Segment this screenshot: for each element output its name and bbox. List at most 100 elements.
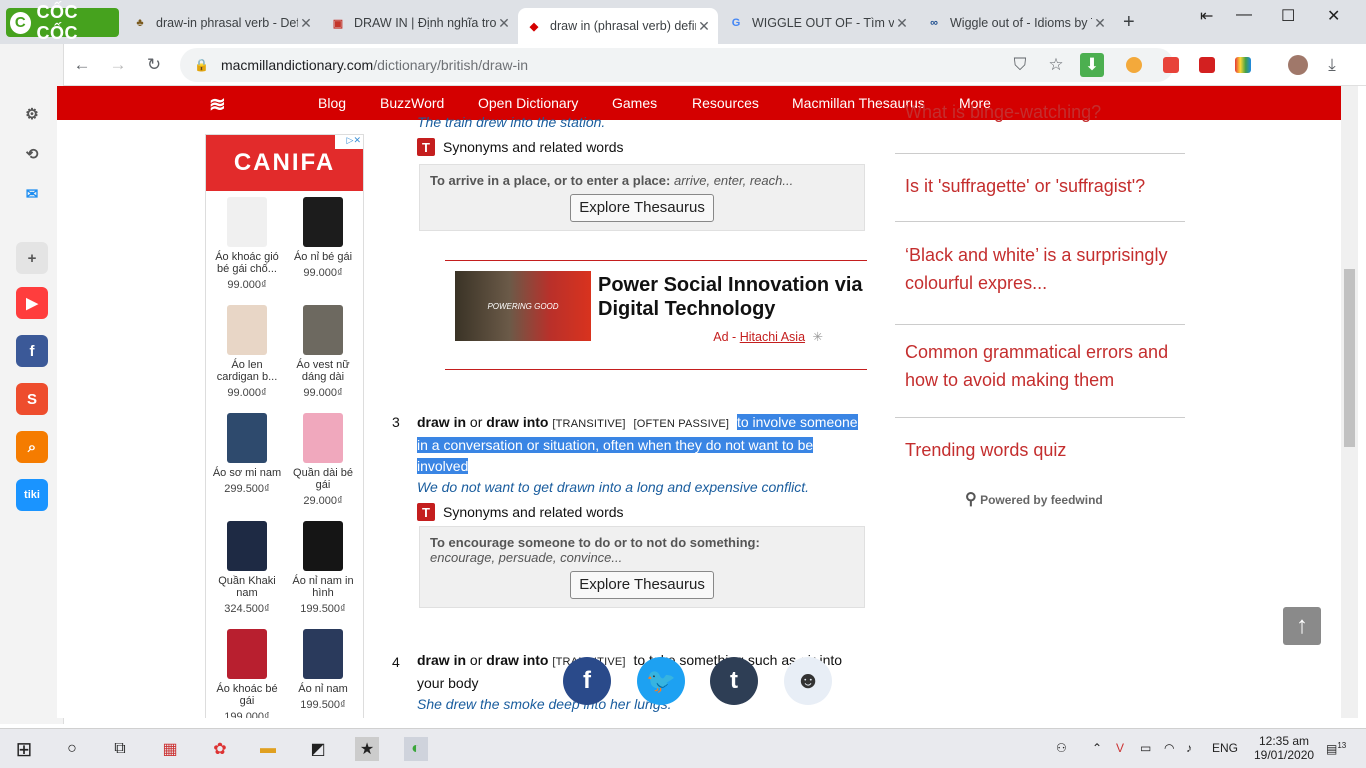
ad-image[interactable]: POWERING GOOD [455, 271, 591, 341]
related-link[interactable]: What is binge-watching? [895, 102, 1185, 154]
product-name[interactable]: Áo nỉ nam in hình [286, 575, 360, 599]
extension-chrome-icon[interactable] [1126, 57, 1142, 73]
tab-1[interactable]: ♣ draw-in phrasal verb - Defi ✕ [124, 8, 320, 38]
related-link-text[interactable]: Trending words quiz [905, 440, 1066, 460]
back-button[interactable]: ← [70, 53, 94, 77]
tab-3-active[interactable]: ◆ draw in (phrasal verb) defin ✕ [518, 8, 718, 44]
product-name[interactable]: Áo nỉ nam [286, 683, 360, 695]
product-name[interactable]: Áo sơ mi nam [210, 467, 284, 479]
file-explorer-icon[interactable]: ▬ [256, 737, 280, 761]
task-view-icon[interactable]: ⧉ [108, 737, 132, 761]
language-indicator[interactable]: ENG [1212, 741, 1238, 755]
youtube-icon[interactable]: ▶ [16, 287, 48, 319]
related-link[interactable]: Trending words quiz [895, 436, 1185, 466]
product-image[interactable] [303, 413, 343, 463]
coccoc-menu-button[interactable]: C CỐC CỐC [6, 2, 119, 43]
clock[interactable]: 12:35 am 19/01/2020 [1254, 734, 1314, 762]
ad-product[interactable]: Áo sơ mi nam 299.500₫ [210, 413, 284, 495]
extension-colorpicker-icon[interactable] [1235, 57, 1251, 73]
people-icon[interactable]: ⚇ [1056, 741, 1067, 755]
product-image[interactable] [303, 521, 343, 571]
new-tab-button[interactable]: + [1123, 11, 1135, 34]
sticky-app-icon[interactable]: ◩ [306, 737, 330, 761]
explore-thesaurus-button[interactable]: Explore Thesaurus [570, 194, 714, 222]
product-name[interactable]: Quần dài bé gái [286, 467, 360, 491]
extension-shield-icon[interactable] [1163, 57, 1179, 73]
related-link-text[interactable]: What is binge-watching? [905, 102, 1101, 122]
scrollbar-thumb[interactable] [1344, 269, 1355, 447]
product-name[interactable]: Áo nỉ bé gái [286, 251, 360, 263]
ad-product[interactable]: Áo khoác bé gái 199.000₫ [210, 629, 284, 718]
synonyms-toggle[interactable]: T Synonyms and related words [417, 503, 624, 521]
product-image[interactable] [303, 629, 343, 679]
shield-icon[interactable]: ⛉ [1008, 53, 1032, 77]
download-extension-icon[interactable]: ⬇ [1080, 53, 1104, 77]
forward-button[interactable]: → [106, 53, 130, 77]
volume-icon[interactable]: ♪ [1186, 741, 1192, 755]
windows-start-icon[interactable]: ⊞ [12, 737, 36, 761]
ad-title[interactable]: Power Social Innovation via Digital Tech… [598, 273, 863, 321]
shopee-icon[interactable]: S [16, 383, 48, 415]
related-link-text[interactable]: ‘Black and white’ is a surprisingly colo… [905, 245, 1167, 293]
related-link[interactable]: Is it 'suffragette' or 'suffragist'? [895, 172, 1185, 222]
product-name[interactable]: Áo len cardigan b... [210, 359, 284, 383]
product-image[interactable] [227, 413, 267, 463]
canifa-ad[interactable]: ▷✕ CANIFA Áo khoác gió bé gái chố... 99.0… [205, 134, 364, 718]
synonyms-toggle[interactable]: T Synonyms and related words [417, 138, 624, 156]
ad-product[interactable]: Áo len cardigan b... 99.000₫ [210, 305, 284, 399]
twitter-share-icon[interactable]: 🐦 [637, 657, 685, 705]
product-image[interactable] [303, 305, 343, 355]
wifi-icon[interactable]: ◠ [1164, 741, 1174, 755]
ad-product[interactable]: Áo nỉ bé gái 99.000₫ [286, 197, 360, 279]
nav-blog[interactable]: Blog [318, 95, 346, 111]
close-tab-icon[interactable]: ✕ [1092, 15, 1108, 32]
tray-chevron-icon[interactable]: ⌃ [1092, 741, 1102, 755]
unikey-icon[interactable]: V [1116, 741, 1124, 755]
related-link-text[interactable]: Common grammatical errors and how to avo… [905, 342, 1168, 390]
product-image[interactable] [303, 197, 343, 247]
tab-2[interactable]: ▣ DRAW IN | Định nghĩa tron ✕ [322, 8, 518, 38]
ad-advertiser-link[interactable]: Hitachi Asia [740, 330, 805, 344]
history-icon[interactable]: ⟲ [16, 138, 48, 170]
ad-product[interactable]: Áo vest nữ dáng dài 99.000₫ [286, 305, 360, 399]
hitachi-ad[interactable]: POWERING GOOD Power Social Innovation vi… [445, 260, 867, 370]
close-tab-icon[interactable]: ✕ [696, 18, 712, 35]
macmillan-logo-icon[interactable]: ≋ [209, 92, 226, 117]
product-name[interactable]: Áo khoác gió bé gái chố... [210, 251, 284, 275]
explore-thesaurus-button[interactable]: Explore Thesaurus [570, 571, 714, 599]
ad-product[interactable]: Áo nỉ nam 199.500₫ [286, 629, 360, 711]
product-name[interactable]: Áo vest nữ dáng dài [286, 359, 360, 383]
related-link[interactable]: ‘Black and white’ is a surprisingly colo… [895, 241, 1185, 325]
battery-icon[interactable]: ▭ [1140, 741, 1151, 755]
maximize-button[interactable]: ☐ [1281, 6, 1295, 26]
downloads-icon[interactable]: ⤓ [1320, 53, 1344, 77]
profile-avatar[interactable] [1288, 55, 1308, 75]
messenger-icon[interactable]: ✉ [16, 178, 48, 210]
close-tab-icon[interactable]: ✕ [894, 15, 910, 32]
close-tab-icon[interactable]: ✕ [298, 15, 314, 32]
tab-search-icon[interactable]: ⇤ [1200, 6, 1213, 26]
facebook-share-icon[interactable]: f [563, 657, 611, 705]
bookmark-star-icon[interactable]: ☆ [1044, 53, 1068, 77]
feedwind-credit[interactable]: ⚲ Powered by feedwind [965, 489, 1103, 509]
settings-gear-icon[interactable]: ⚙ [16, 98, 48, 130]
adchoices-icon[interactable]: ▷✕ [335, 135, 363, 149]
back-to-top-button[interactable]: ↑ [1283, 607, 1321, 645]
ad-product[interactable]: Quần Khaki nam 324.500₫ [210, 521, 284, 615]
facebook-icon[interactable]: f [16, 335, 48, 367]
ad-product[interactable]: Quần dài bé gái 29.000₫ [286, 413, 360, 507]
coccoc-taskbar-icon[interactable]: ◐ [404, 737, 428, 761]
ad-product[interactable]: Áo khoác gió bé gái chố... 99.000₫ [210, 197, 284, 291]
tumblr-share-icon[interactable]: t [710, 657, 758, 705]
tab-4[interactable]: G WIGGLE OUT OF - Tìm với ✕ [720, 8, 916, 38]
ad-product[interactable]: Áo nỉ nam in hình 199.500₫ [286, 521, 360, 615]
add-app-icon[interactable]: + [16, 242, 48, 274]
app-tool-icon[interactable]: ▦ [158, 737, 182, 761]
reload-button[interactable]: ↻ [142, 53, 166, 77]
close-window-button[interactable]: ✕ [1327, 6, 1340, 26]
app-pinned-icon[interactable]: ★ [355, 737, 379, 761]
app-paint-icon[interactable]: ✿ [208, 737, 232, 761]
product-name[interactable]: Quần Khaki nam [210, 575, 284, 599]
close-tab-icon[interactable]: ✕ [496, 15, 512, 32]
tab-5[interactable]: ∞ Wiggle out of - Idioms by T ✕ [918, 8, 1114, 38]
